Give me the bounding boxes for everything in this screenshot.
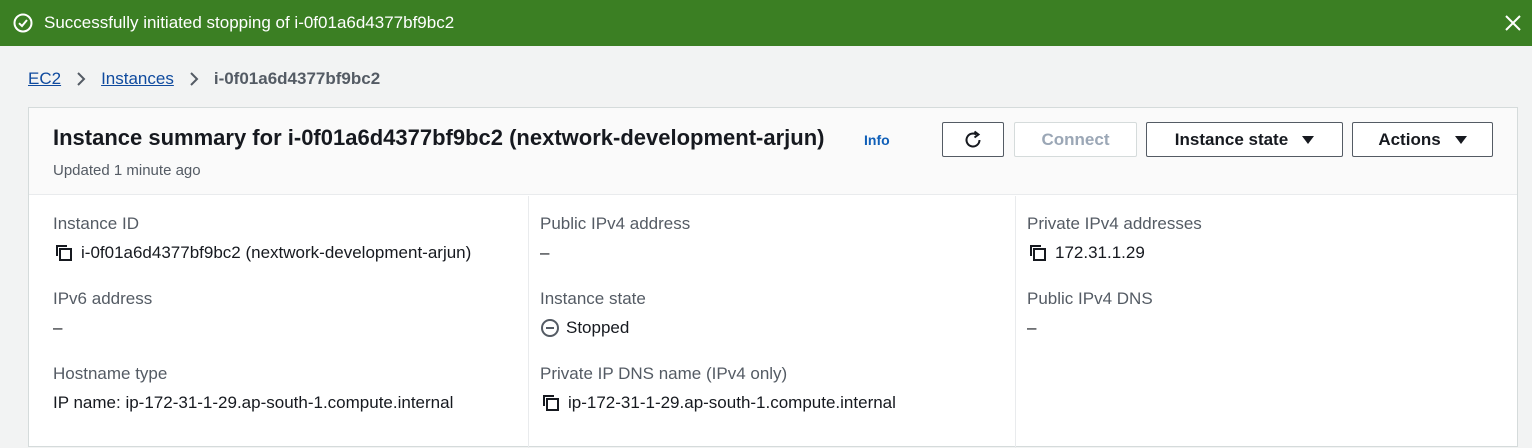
- public-dns-value: –: [1027, 318, 1037, 337]
- copy-icon[interactable]: [540, 392, 562, 414]
- instance-state-dropdown[interactable]: Instance state: [1146, 122, 1343, 157]
- field-public-dns: Public IPv4 DNS –: [1027, 289, 1153, 339]
- field-value-row: Stopped: [540, 317, 646, 339]
- panel-header: Instance summary for i-0f01a6d4377bf9bc2…: [29, 108, 1517, 195]
- instance-state-label: Instance state: [1174, 129, 1289, 149]
- field-value-row: i-0f01a6d4377bf9bc2 (nextwork-developmen…: [53, 242, 471, 264]
- field-label: Private IPv4 addresses: [1027, 214, 1202, 233]
- field-label: Private IP DNS name (IPv4 only): [540, 364, 788, 383]
- chevron-right-icon: [67, 71, 95, 87]
- instance-summary-panel: Instance summary for i-0f01a6d4377bf9bc2…: [28, 107, 1518, 448]
- field-private-dns: Private IP DNS name (IPv4 only) ip-172-3…: [540, 364, 896, 414]
- public-ipv4-value: –: [540, 243, 550, 262]
- field-label: Public IPv4 DNS: [1027, 289, 1153, 308]
- breadcrumb-instances[interactable]: Instances: [101, 69, 174, 89]
- refresh-icon: [962, 129, 984, 151]
- field-label: Instance state: [540, 289, 646, 308]
- field-label: Public IPv4 address: [540, 214, 691, 233]
- instance-id-value: i-0f01a6d4377bf9bc2 (nextwork-developmen…: [81, 243, 472, 262]
- connect-button[interactable]: Connect: [1014, 122, 1137, 157]
- actions-label: Actions: [1378, 129, 1441, 149]
- field-ipv6: IPv6 address –: [53, 289, 152, 339]
- field-value-row: ip-172-31-1-29.ap-south-1.compute.intern…: [540, 392, 896, 414]
- field-instance-id: Instance ID i-0f01a6d4377bf9bc2 (nextwor…: [53, 214, 471, 264]
- field-label: IPv6 address: [53, 289, 153, 308]
- breadcrumb-current: i-0f01a6d4377bf9bc2: [213, 69, 381, 88]
- stopped-icon: [540, 318, 560, 338]
- private-dns-value: ip-172-31-1-29.ap-south-1.compute.intern…: [568, 393, 896, 412]
- page-title: Instance summary for i-0f01a6d4377bf9bc2…: [53, 125, 825, 150]
- breadcrumb-ec2[interactable]: EC2: [28, 69, 61, 89]
- ipv6-value: –: [53, 318, 63, 337]
- details-grid: Instance ID i-0f01a6d4377bf9bc2 (nextwor…: [29, 196, 1517, 448]
- chevron-right-icon: [180, 71, 208, 87]
- private-ipv4-value: 172.31.1.29: [1055, 243, 1145, 262]
- actions-dropdown[interactable]: Actions: [1352, 122, 1493, 157]
- field-instance-state: Instance state Stopped: [540, 289, 646, 339]
- flash-message: Successfully initiated stopping of i-0f0…: [44, 13, 455, 32]
- caret-down-icon: [1454, 135, 1467, 145]
- copy-icon[interactable]: [53, 242, 75, 264]
- details-column-2: Public IPv4 address – Instance state Sto…: [529, 196, 1016, 448]
- details-column-1: Instance ID i-0f01a6d4377bf9bc2 (nextwor…: [29, 196, 529, 448]
- hostname-type-value: IP name: ip-172-31-1-29.ap-south-1.compu…: [53, 393, 454, 412]
- field-label: Hostname type: [53, 364, 168, 383]
- caret-down-icon: [1302, 135, 1315, 145]
- close-icon[interactable]: [1502, 12, 1524, 34]
- field-value-row: 172.31.1.29: [1027, 242, 1202, 264]
- field-label: Instance ID: [53, 214, 139, 233]
- field-public-ipv4: Public IPv4 address –: [540, 214, 690, 264]
- instance-state-value: Stopped: [566, 318, 630, 337]
- copy-icon[interactable]: [1027, 242, 1049, 264]
- success-check-icon: [12, 12, 34, 34]
- breadcrumb: EC2 Instances i-0f01a6d4377bf9bc2: [28, 66, 380, 92]
- success-flash-banner: Successfully initiated stopping of i-0f0…: [0, 0, 1532, 46]
- info-link[interactable]: Info: [864, 132, 890, 148]
- refresh-button[interactable]: [942, 122, 1004, 157]
- updated-timestamp: Updated 1 minute ago: [53, 162, 201, 179]
- field-private-ipv4: Private IPv4 addresses 172.31.1.29: [1027, 214, 1202, 264]
- field-hostname-type: Hostname type IP name: ip-172-31-1-29.ap…: [53, 364, 453, 414]
- details-column-3: Private IPv4 addresses 172.31.1.29 Publi…: [1016, 196, 1517, 448]
